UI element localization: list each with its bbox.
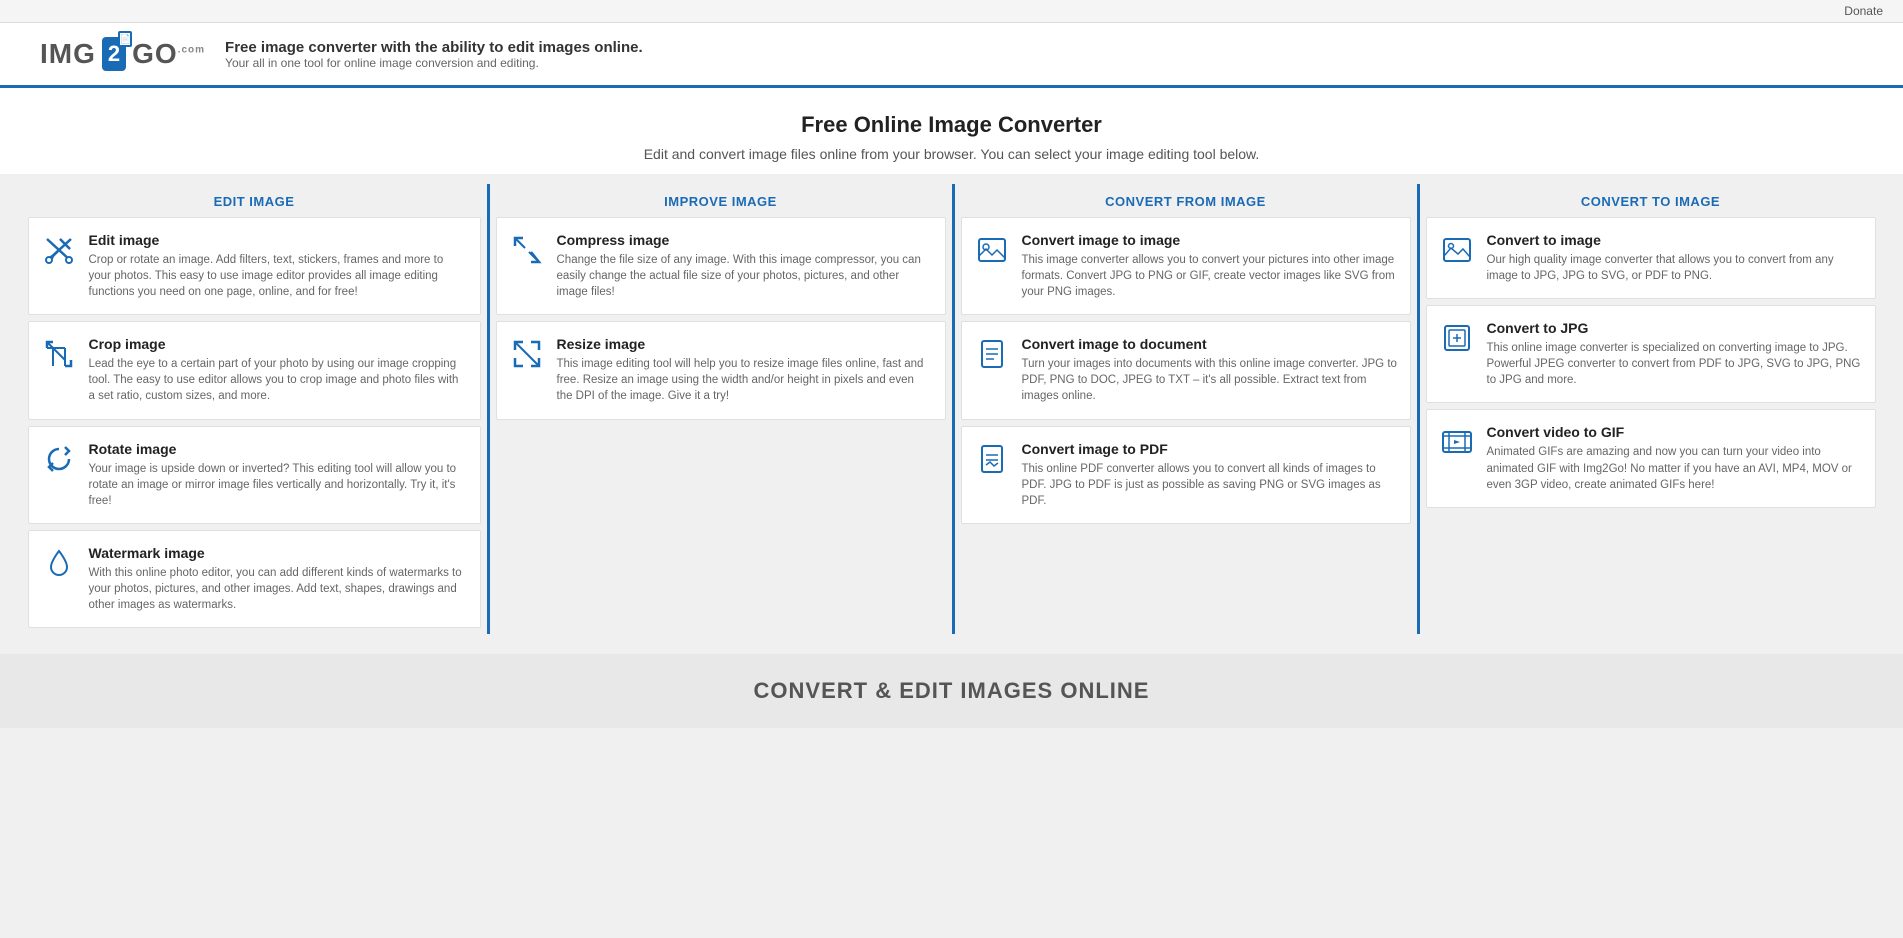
header-tagline: Free image converter with the ability to… <box>225 39 643 70</box>
column-header-edit: EDIT IMAGE <box>28 184 481 217</box>
watermark-image-icon <box>41 545 77 581</box>
tool-name: Convert to image <box>1487 232 1863 248</box>
tool-desc: Our high quality image converter that al… <box>1487 252 1863 284</box>
donate-link[interactable]: Donate <box>1844 4 1883 18</box>
tool-convert-image-to-doc[interactable]: Convert image to document Turn your imag… <box>961 321 1411 419</box>
tool-desc: This image editing tool will help you to… <box>557 356 933 404</box>
tool-name: Rotate image <box>89 441 468 457</box>
tool-resize-image[interactable]: Resize image This image editing tool wil… <box>496 321 946 419</box>
tool-desc: Change the file size of any image. With … <box>557 252 933 300</box>
tool-convert-to-image[interactable]: Convert to image Our high quality image … <box>1426 217 1876 299</box>
tool-convert-image-to-image[interactable]: Convert image to image This image conver… <box>961 217 1411 315</box>
edit-image-icon <box>41 232 77 268</box>
bottom-banner-text: CONVERT & EDIT IMAGES ONLINE <box>754 678 1150 703</box>
tool-desc: Turn your images into documents with thi… <box>1022 356 1398 404</box>
tool-desc: With this online photo editor, you can a… <box>89 565 468 613</box>
convert-image-to-doc-icon <box>974 336 1010 372</box>
doc-icon: 📄 <box>118 31 132 47</box>
tool-desc: This image converter allows you to conve… <box>1022 252 1398 300</box>
tool-name: Watermark image <box>89 545 468 561</box>
convert-image-to-pdf-icon <box>974 441 1010 477</box>
tool-crop-image[interactable]: Crop image Lead the eye to a certain par… <box>28 321 481 419</box>
hero-section: Free Online Image Converter Edit and con… <box>0 88 1903 174</box>
tool-convert-to-jpg-info: Convert to JPG This online image convert… <box>1487 320 1863 388</box>
column-convert-from: CONVERT FROM IMAGE Convert image to imag… <box>952 184 1417 634</box>
convert-to-jpg-icon <box>1439 320 1475 356</box>
tool-compress-image-info: Compress image Change the file size of a… <box>557 232 933 300</box>
logo[interactable]: IMG 2 📄 GO.com <box>40 37 205 71</box>
crop-image-icon <box>41 336 77 372</box>
tool-convert-video-to-gif-info: Convert video to GIF Animated GIFs are a… <box>1487 424 1863 492</box>
tagline-main: Free image converter with the ability to… <box>225 39 643 56</box>
tool-convert-image-to-pdf[interactable]: Convert image to PDF This online PDF con… <box>961 426 1411 524</box>
tool-name: Convert video to GIF <box>1487 424 1863 440</box>
tool-edit-image[interactable]: Edit image Crop or rotate an image. Add … <box>28 217 481 315</box>
logo-img-text: IMG <box>40 38 96 70</box>
tool-name: Convert image to image <box>1022 232 1398 248</box>
header: IMG 2 📄 GO.com Free image converter with… <box>0 23 1903 88</box>
main-content: EDIT IMAGE Edit <box>0 174 1903 654</box>
resize-image-icon <box>509 336 545 372</box>
tool-desc: This online PDF converter allows you to … <box>1022 461 1398 509</box>
convert-video-to-gif-icon <box>1439 424 1475 460</box>
rotate-image-icon <box>41 441 77 477</box>
tool-name: Convert image to PDF <box>1022 441 1398 457</box>
tool-convert-image-to-pdf-info: Convert image to PDF This online PDF con… <box>1022 441 1398 509</box>
columns-wrapper: EDIT IMAGE Edit <box>22 184 1882 634</box>
tool-resize-image-info: Resize image This image editing tool wil… <box>557 336 933 404</box>
convert-image-to-image-icon <box>974 232 1010 268</box>
hero-title: Free Online Image Converter <box>20 112 1883 138</box>
tool-convert-to-image-info: Convert to image Our high quality image … <box>1487 232 1863 284</box>
tool-desc: Your image is upside down or inverted? T… <box>89 461 468 509</box>
tool-name: Convert image to document <box>1022 336 1398 352</box>
tool-name: Resize image <box>557 336 933 352</box>
tool-desc: Crop or rotate an image. Add filters, te… <box>89 252 468 300</box>
convert-to-image-icon <box>1439 232 1475 268</box>
top-bar: Donate <box>0 0 1903 23</box>
bottom-banner: CONVERT & EDIT IMAGES ONLINE <box>0 654 1903 728</box>
tool-convert-image-to-image-info: Convert image to image This image conver… <box>1022 232 1398 300</box>
tool-compress-image[interactable]: Compress image Change the file size of a… <box>496 217 946 315</box>
column-header-convert-to: CONVERT TO IMAGE <box>1426 184 1876 217</box>
column-edit: EDIT IMAGE Edit <box>22 184 487 634</box>
tool-watermark-image-info: Watermark image With this online photo e… <box>89 545 468 613</box>
tagline-sub: Your all in one tool for online image co… <box>225 56 643 70</box>
logo-go-text: GO.com <box>132 38 205 70</box>
logo-com: .com <box>178 45 205 56</box>
hero-subtitle: Edit and convert image files online from… <box>20 146 1883 162</box>
tool-watermark-image[interactable]: Watermark image With this online photo e… <box>28 530 481 628</box>
tool-convert-video-to-gif[interactable]: Convert video to GIF Animated GIFs are a… <box>1426 409 1876 507</box>
tool-desc: Animated GIFs are amazing and now you ca… <box>1487 444 1863 492</box>
tool-convert-to-jpg[interactable]: Convert to JPG This online image convert… <box>1426 305 1876 403</box>
logo-box: 2 📄 <box>102 37 126 71</box>
tool-name: Crop image <box>89 336 468 352</box>
tool-crop-image-info: Crop image Lead the eye to a certain par… <box>89 336 468 404</box>
tool-desc: This online image converter is specializ… <box>1487 340 1863 388</box>
column-convert-to: CONVERT TO IMAGE Convert to image Our hi… <box>1417 184 1882 634</box>
compress-image-icon <box>509 232 545 268</box>
tool-rotate-image[interactable]: Rotate image Your image is upside down o… <box>28 426 481 524</box>
tool-edit-image-info: Edit image Crop or rotate an image. Add … <box>89 232 468 300</box>
column-header-convert-from: CONVERT FROM IMAGE <box>961 184 1411 217</box>
column-improve: IMPROVE IMAGE Compress image Change the … <box>487 184 952 634</box>
tool-rotate-image-info: Rotate image Your image is upside down o… <box>89 441 468 509</box>
column-header-improve: IMPROVE IMAGE <box>496 184 946 217</box>
tool-name: Compress image <box>557 232 933 248</box>
tool-name: Convert to JPG <box>1487 320 1863 336</box>
tool-desc: Lead the eye to a certain part of your p… <box>89 356 468 404</box>
tool-name: Edit image <box>89 232 468 248</box>
tool-convert-image-to-doc-info: Convert image to document Turn your imag… <box>1022 336 1398 404</box>
